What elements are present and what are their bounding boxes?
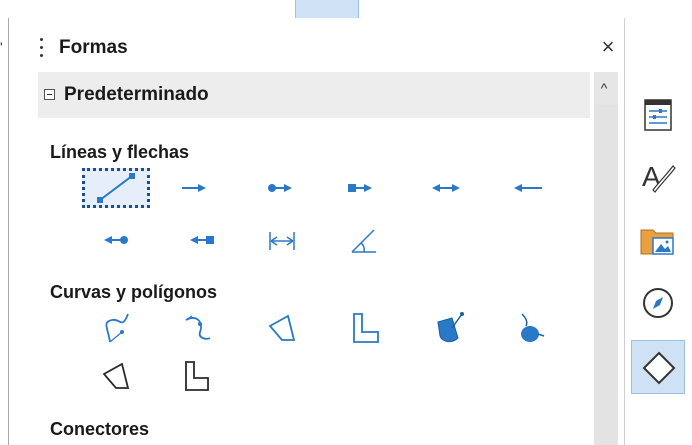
curve-icon <box>105 313 129 343</box>
line-button[interactable] <box>82 168 150 208</box>
polygon-45-icon <box>268 314 296 341</box>
polygon-icon <box>353 313 379 343</box>
filled-polygon-icon <box>185 361 209 391</box>
angle-line-icon <box>351 229 376 253</box>
deck-navigator-button[interactable] <box>631 276 685 330</box>
line-arrow-square-icon <box>190 236 214 244</box>
dimension-line-button[interactable] <box>248 220 316 260</box>
shapes-icon <box>642 351 676 385</box>
category-header-predeterminado[interactable]: Predeterminado <box>38 72 590 118</box>
left-edge-marker: ʹ <box>0 39 3 55</box>
section-label-connectors: Conectores <box>50 419 150 439</box>
line-square-arrow-icon <box>348 184 372 192</box>
scroll-up-arrow-icon[interactable]: ^ <box>590 78 618 98</box>
line-square-arrow-button[interactable] <box>326 168 394 208</box>
freeform-line-button[interactable] <box>162 308 230 348</box>
top-tab-indicator[interactable] <box>295 0 359 18</box>
filled-polygon-45-icon <box>102 362 130 389</box>
line-starts-with-arrow-icon <box>514 184 542 192</box>
freeform-line-icon <box>185 315 211 340</box>
sidebar-deck: A <box>624 18 692 445</box>
line-arrow-square-button[interactable] <box>168 220 236 260</box>
filled-curve-icon <box>437 312 464 343</box>
line-circle-arrow-icon <box>268 184 292 192</box>
curve-button[interactable] <box>82 308 150 348</box>
double-arrow-line-icon <box>432 184 460 192</box>
line-ends-with-arrow-button[interactable] <box>158 168 226 208</box>
collapse-toggle-icon[interactable] <box>44 89 55 100</box>
line-arrow-circle-icon <box>104 236 128 244</box>
filled-polygon-button[interactable] <box>162 356 230 396</box>
properties-icon <box>644 99 672 131</box>
section-label-curves: Curvas y polígonos <box>50 282 218 302</box>
line-icon <box>97 173 135 203</box>
filled-freeform-button[interactable] <box>496 308 564 348</box>
filled-freeform-icon <box>521 313 545 342</box>
line-starts-with-arrow-button[interactable] <box>494 168 562 208</box>
panel-title: Formas <box>59 37 128 58</box>
dimension-line-icon <box>269 232 295 250</box>
polygon-45-button[interactable] <box>248 308 316 348</box>
section-label-lines: Líneas y flechas <box>50 142 190 162</box>
scroll-track[interactable] <box>590 105 618 445</box>
polygon-button[interactable] <box>332 308 400 348</box>
line-circle-arrow-button[interactable] <box>246 168 314 208</box>
category-title: Predeterminado <box>64 84 209 105</box>
deck-shapes-button[interactable] <box>631 340 685 394</box>
panel-grip-handle[interactable] <box>38 36 44 64</box>
navigator-icon <box>643 288 673 318</box>
angle-line-button[interactable] <box>330 220 398 260</box>
shapes-content: Predeterminado Líneas y flechas Curvas y… <box>38 72 594 445</box>
left-divider <box>8 18 9 445</box>
gallery-icon <box>640 229 674 255</box>
deck-styles-button[interactable]: A <box>631 150 685 204</box>
styles-icon: A <box>642 161 676 193</box>
filled-curve-button[interactable] <box>416 308 484 348</box>
deck-gallery-button[interactable] <box>631 214 685 268</box>
filled-polygon-45-button[interactable] <box>82 356 150 396</box>
deck-properties-button[interactable] <box>631 88 685 142</box>
close-panel-button[interactable]: × <box>594 33 622 61</box>
line-arrow-circle-button[interactable] <box>82 220 150 260</box>
double-arrow-line-button[interactable] <box>412 168 480 208</box>
line-ends-with-arrow-icon <box>182 184 206 192</box>
